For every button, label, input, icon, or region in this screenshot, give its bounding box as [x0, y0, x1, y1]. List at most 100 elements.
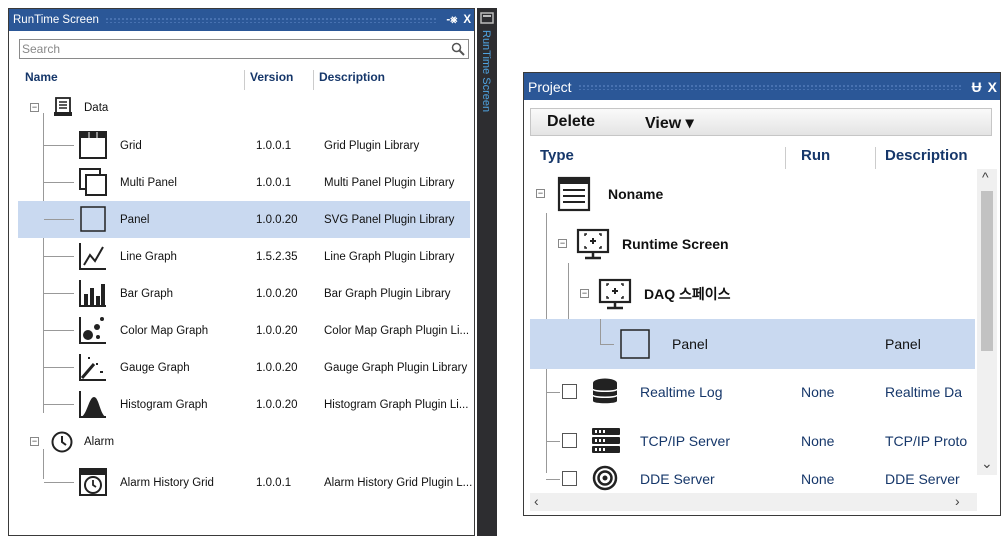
plugin-row-histogram-graph[interactable]: Histogram Graph 1.0.0.20 Histogram Graph…: [18, 386, 470, 423]
monitor-icon: [598, 278, 632, 310]
column-name[interactable]: Name: [25, 70, 58, 84]
project-item-name: Realtime Log: [640, 384, 723, 400]
project-panel-title: Project: [528, 78, 572, 95]
project-row-noname[interactable]: − Noname: [530, 169, 975, 219]
plugin-version: 1.0.0.20: [256, 324, 298, 337]
plugin-name: Histogram Graph: [120, 398, 208, 411]
collapse-icon[interactable]: −: [580, 289, 589, 298]
enable-checkbox[interactable]: [562, 433, 577, 448]
plugin-description: Bar Graph Plugin Library: [324, 287, 451, 300]
enable-checkbox[interactable]: [562, 471, 577, 486]
plugin-version: 1.0.0.20: [256, 361, 298, 374]
plugin-version: 1.0.0.20: [256, 213, 298, 226]
project-item-name: Noname: [608, 186, 664, 202]
multi-panel-icon: [79, 168, 107, 196]
scroll-up-icon[interactable]: ^: [982, 169, 989, 185]
collapse-icon[interactable]: −: [30, 103, 39, 112]
project-item-description: TCP/IP Proto: [885, 433, 968, 449]
delete-button[interactable]: Delete: [547, 113, 595, 131]
project-item-description: DDE Server: [885, 471, 960, 487]
runtime-panel-title: RunTime Screen: [13, 14, 99, 26]
project-row-tcpip-server[interactable]: TCP/IP Server None TCP/IP Proto: [530, 416, 975, 466]
line-graph-icon: [79, 243, 106, 270]
plugin-version: 1.5.2.35: [256, 250, 298, 263]
side-tab-label[interactable]: RunTime Screen: [480, 30, 492, 112]
database-icon: [592, 378, 618, 404]
project-panel: Project Ʉ X Delete View ▾ Type Run Descr…: [523, 72, 1001, 516]
project-row-panel[interactable]: Panel Panel: [530, 319, 975, 369]
plugin-name: Alarm History Grid: [120, 476, 214, 489]
plugin-description: Alarm History Grid Plugin L...: [324, 476, 473, 489]
plugin-row-alarm-history-grid[interactable]: Alarm History Grid 1.0.0.1 Alarm History…: [18, 464, 473, 501]
column-run[interactable]: Run: [801, 147, 830, 164]
histogram-icon: [79, 391, 106, 418]
project-item-run: None: [801, 433, 835, 449]
plugin-name: Gauge Graph: [120, 361, 190, 374]
plugin-row-panel[interactable]: Panel 1.0.0.20 SVG Panel Plugin Library: [18, 201, 470, 238]
scroll-left-icon[interactable]: ‹: [534, 493, 539, 509]
plugin-name: Multi Panel: [120, 176, 177, 189]
tree-group-data[interactable]: − Data: [18, 89, 470, 126]
plugin-description: Gauge Graph Plugin Library: [324, 361, 468, 374]
search-icon[interactable]: [448, 40, 468, 58]
grid-icon: [79, 131, 107, 159]
plugin-row-line-graph[interactable]: Line Graph 1.5.2.35 Line Graph Plugin Li…: [18, 238, 470, 275]
horizontal-scrollbar[interactable]: ‹ ›: [530, 493, 977, 511]
plugin-version: 1.0.0.20: [256, 398, 298, 411]
project-item-name: TCP/IP Server: [640, 433, 730, 449]
plugin-row-color-map-graph[interactable]: Color Map Graph 1.0.0.20 Color Map Graph…: [18, 312, 470, 349]
project-item-name: Runtime Screen: [622, 236, 729, 252]
tree-group-alarm[interactable]: − Alarm: [18, 425, 470, 459]
plugin-name: Grid: [120, 139, 142, 152]
column-description[interactable]: Description: [885, 147, 968, 164]
pin-button[interactable]: -⨳: [443, 14, 460, 27]
project-item-run: None: [801, 384, 835, 400]
scrollbar-thumb[interactable]: [981, 191, 993, 351]
data-document-icon: [54, 97, 72, 116]
plugin-row-gauge-graph[interactable]: Gauge Graph 1.0.0.20 Gauge Graph Plugin …: [18, 349, 470, 386]
search-box[interactable]: Search: [19, 39, 469, 59]
close-button[interactable]: X: [985, 79, 1000, 95]
runtime-side-tab[interactable]: RunTime Screen: [477, 8, 497, 536]
tree-group-label: Data: [84, 101, 109, 114]
dde-signal-icon: [592, 465, 618, 491]
project-row-dde-server[interactable]: DDE Server None DDE Server: [530, 465, 975, 491]
view-dropdown-button[interactable]: View ▾: [645, 113, 694, 133]
collapse-icon[interactable]: −: [30, 437, 39, 446]
close-button[interactable]: X: [460, 14, 474, 26]
project-item-name: DDE Server: [640, 471, 715, 487]
window-icon[interactable]: [480, 12, 494, 24]
pin-button[interactable]: Ʉ: [969, 79, 985, 95]
runtime-panel-titlebar: RunTime Screen -⨳ X: [9, 9, 474, 31]
project-row-daq-space[interactable]: − DAQ 스페이스: [530, 269, 975, 319]
gauge-icon: [79, 354, 106, 381]
vertical-scrollbar[interactable]: ^ ⌄: [977, 169, 997, 475]
project-row-realtime-log[interactable]: Realtime Log None Realtime Da: [530, 367, 975, 417]
scroll-right-icon[interactable]: ›: [955, 493, 960, 509]
column-header: Name Version Description: [19, 68, 469, 90]
panel-icon: [620, 329, 650, 359]
plugin-description: Grid Plugin Library: [324, 139, 420, 152]
collapse-icon[interactable]: −: [558, 239, 567, 248]
plugin-description: Multi Panel Plugin Library: [324, 176, 455, 189]
runtime-screen-panel: RunTime Screen -⨳ X Search Name Version …: [8, 8, 475, 536]
document-list-icon: [557, 176, 591, 212]
monitor-icon: [576, 228, 610, 260]
column-version[interactable]: Version: [250, 70, 293, 84]
plugin-description: Color Map Graph Plugin Li...: [324, 324, 470, 337]
project-toolbar: Delete View ▾: [530, 108, 992, 136]
enable-checkbox[interactable]: [562, 384, 577, 399]
panel-icon: [80, 206, 106, 232]
column-header: Type Run Description: [530, 145, 985, 169]
search-input[interactable]: Search: [20, 42, 448, 56]
project-row-runtime-screen[interactable]: − Runtime Screen: [530, 219, 975, 269]
plugin-version: 1.0.0.1: [256, 176, 292, 189]
collapse-icon[interactable]: −: [536, 189, 545, 198]
column-type[interactable]: Type: [540, 147, 574, 164]
plugin-row-multi-panel[interactable]: Multi Panel 1.0.0.1 Multi Panel Plugin L…: [18, 164, 470, 201]
plugin-row-bar-graph[interactable]: Bar Graph 1.0.0.20 Bar Graph Plugin Libr…: [18, 275, 470, 312]
scroll-down-icon[interactable]: ⌄: [981, 455, 993, 472]
plugin-row-grid[interactable]: Grid 1.0.0.1 Grid Plugin Library: [18, 127, 470, 164]
column-description[interactable]: Description: [319, 70, 385, 84]
plugin-name: Panel: [120, 213, 150, 226]
